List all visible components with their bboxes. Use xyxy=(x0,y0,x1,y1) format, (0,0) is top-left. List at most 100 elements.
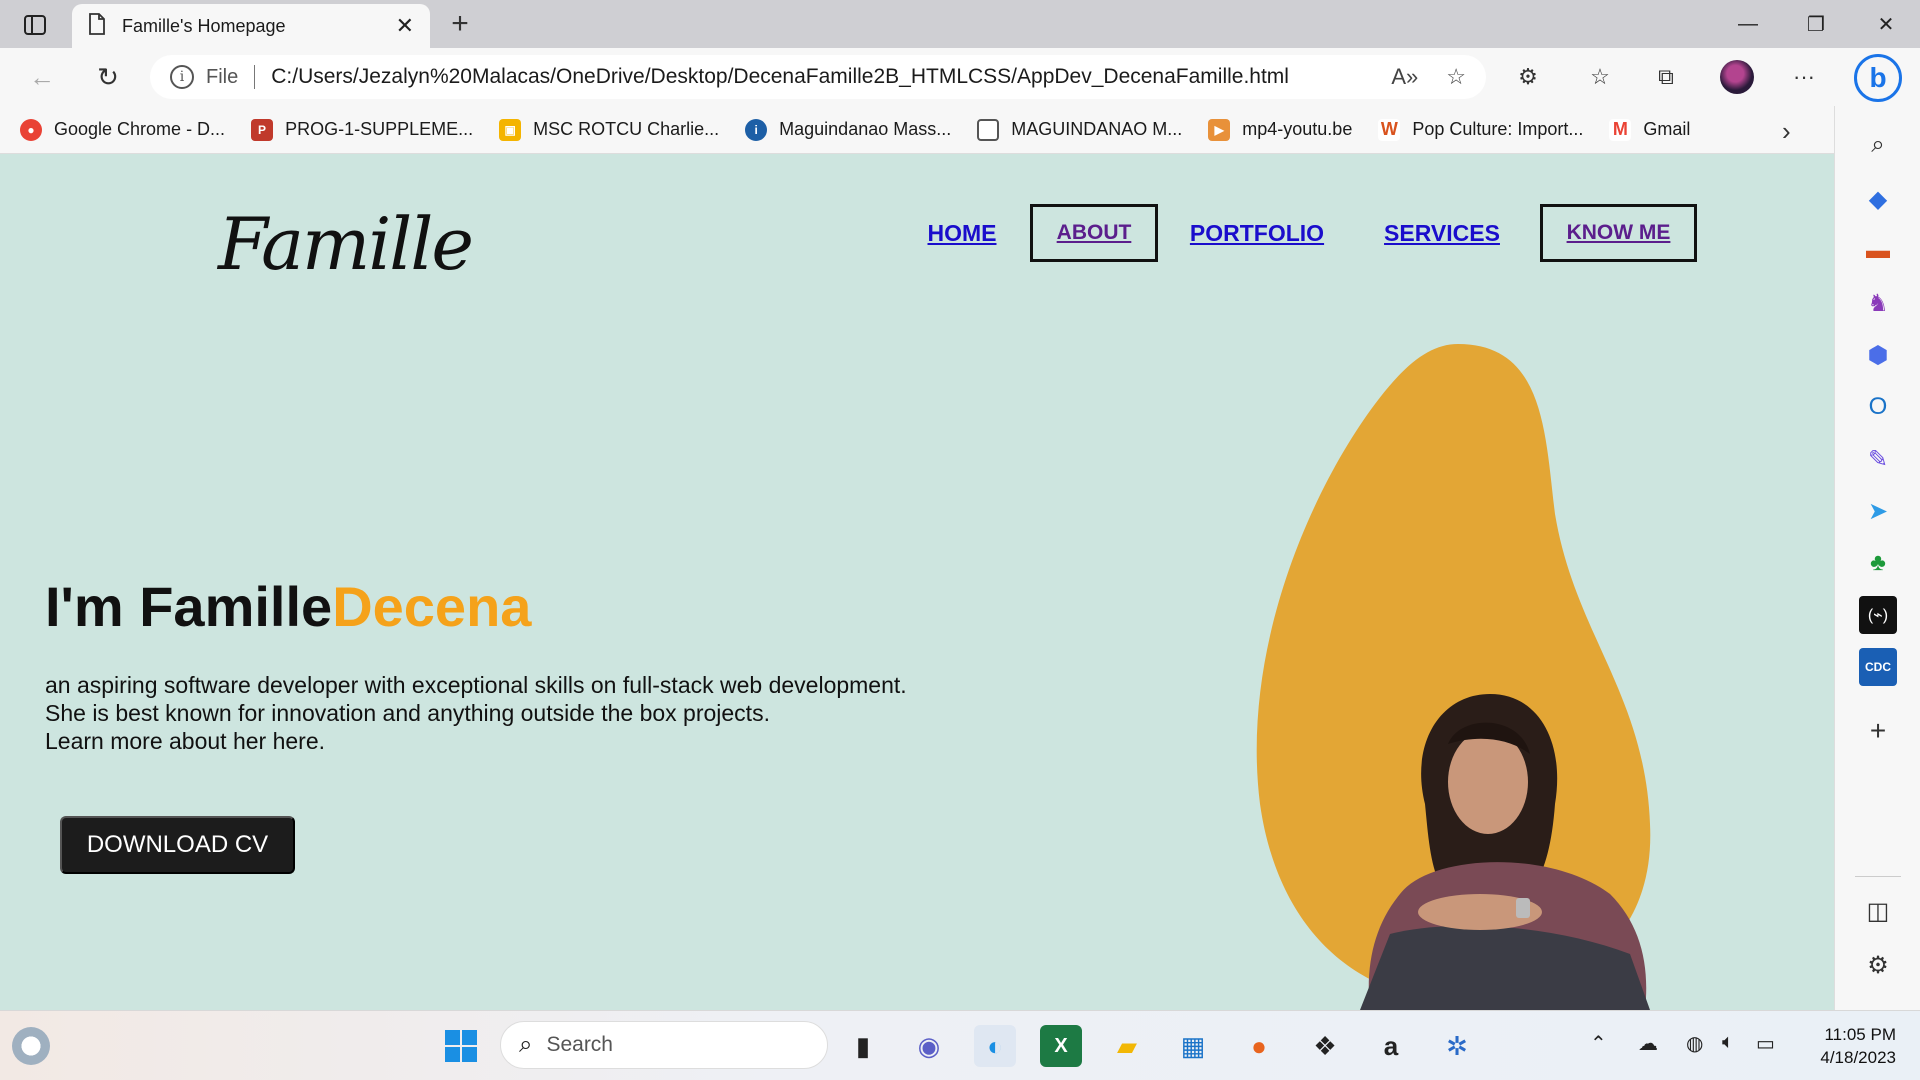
designer-icon[interactable]: ✎ xyxy=(1859,440,1897,478)
taskbar-clock[interactable]: 11:05 PM 4/18/2023 xyxy=(1800,1023,1896,1069)
globe-icon[interactable]: ◍ xyxy=(1686,1031,1703,1056)
restore-icon[interactable]: ❐ xyxy=(1782,0,1850,48)
url-text[interactable]: C:/Users/Jezalyn%20Malacas/OneDrive/Desk… xyxy=(271,65,1363,89)
hero-line: She is best known for innovation and any… xyxy=(45,700,770,726)
games-icon[interactable]: ♞ xyxy=(1859,284,1897,322)
add-icon[interactable]: + xyxy=(1859,712,1897,750)
nav-home[interactable]: HOME xyxy=(920,204,1004,262)
address-bar[interactable]: i File C:/Users/Jezalyn%20Malacas/OneDri… xyxy=(150,55,1486,99)
nav-services[interactable]: SERVICES xyxy=(1380,204,1504,262)
outlook-icon[interactable]: O xyxy=(1859,388,1897,426)
info-icon[interactable]: i xyxy=(170,65,194,89)
bookmark-item[interactable]: W Pop Culture: Import... xyxy=(1378,118,1583,141)
excel-icon[interactable]: X xyxy=(1040,1025,1082,1067)
battery-icon[interactable]: ▭ xyxy=(1756,1031,1775,1056)
refresh-icon[interactable]: ↻ xyxy=(88,58,128,96)
hero-line: Learn more about her here. xyxy=(45,728,326,754)
close-tab-icon[interactable]: ✕ xyxy=(396,13,414,39)
w-icon: W xyxy=(1378,118,1401,141)
amazon-icon[interactable]: a xyxy=(1370,1025,1412,1067)
url-scheme: File xyxy=(206,65,239,88)
tab-actions-icon[interactable] xyxy=(18,10,52,40)
video-icon: ▶ xyxy=(1208,118,1231,141)
freecodecamp-icon[interactable]: (⌁) xyxy=(1859,596,1897,634)
dropbox-icon[interactable]: ❖ xyxy=(1304,1025,1346,1067)
gmail-icon: M xyxy=(1609,118,1632,141)
hero-description: an aspiring software developer with exce… xyxy=(45,671,907,755)
browser-toolbar: ← ↻ i File C:/Users/Jezalyn%20Malacas/On… xyxy=(0,48,1920,106)
teams-chat-icon[interactable]: ◉ xyxy=(908,1025,950,1067)
bookmark-item[interactable]: P PROG-1-SUPPLEME... xyxy=(251,118,473,141)
browser-tab[interactable]: Famille's Homepage ✕ xyxy=(72,4,430,48)
settings-icon[interactable]: ⚙ xyxy=(1859,946,1897,984)
bookmark-item[interactable]: i Maguindanao Mass... xyxy=(745,118,951,141)
hero-title-name: I'm Famille xyxy=(45,575,333,638)
task-view-icon[interactable]: ▮ xyxy=(842,1025,884,1067)
profile-photo xyxy=(1360,694,1650,1010)
tab-title: Famille's Homepage xyxy=(122,15,286,36)
extensions-icon[interactable]: ⚙ xyxy=(1510,60,1546,94)
windows-start-icon[interactable] xyxy=(440,1025,482,1067)
cdc-icon[interactable]: CDC xyxy=(1859,648,1897,686)
bookmarks-bar: ● Google Chrome - D... P PROG-1-SUPPLEME..… xyxy=(0,106,1834,154)
chevron-up-icon[interactable]: ⌃ xyxy=(1590,1031,1607,1056)
search-icon: ⌕ xyxy=(519,1031,533,1058)
inquirer-icon: i xyxy=(745,118,768,141)
hero-title-surname: Decena xyxy=(332,575,532,638)
document-icon xyxy=(977,118,1000,141)
bing-icon[interactable]: b xyxy=(1854,54,1902,102)
url-separator xyxy=(254,65,256,89)
file-explorer-icon[interactable]: ▰ xyxy=(1106,1025,1148,1067)
weather-icon[interactable] xyxy=(12,1027,50,1065)
profile-avatar[interactable] xyxy=(1720,60,1754,94)
nav-portfolio[interactable]: PORTFOLIO xyxy=(1184,204,1330,262)
volume-icon[interactable]: 🔈︎ xyxy=(1722,1031,1734,1054)
add-favorite-icon[interactable]: ☆ xyxy=(1446,64,1466,90)
collections-icon[interactable]: ⧉ xyxy=(1648,60,1684,94)
windows-taskbar: ⌕ Search ▮ ◉ ◐ X ▰ ▦ ● ❖ a ✲ ⌃ ☁ ◍ 🔈︎ ▭ … xyxy=(0,1010,1920,1080)
page-viewport: Famille HOME ABOUT PORTFOLIO SERVICES KN… xyxy=(0,154,1834,1010)
tree-icon[interactable]: ♣ xyxy=(1859,544,1897,582)
classroom-icon: ▣ xyxy=(499,118,522,141)
office-icon[interactable]: ⬢ xyxy=(1859,336,1897,374)
bookmark-item[interactable]: ● Google Chrome - D... xyxy=(20,118,225,141)
sidebar-divider xyxy=(1855,876,1901,877)
pdf-icon: P xyxy=(251,118,274,141)
download-cv-button[interactable]: DOWNLOAD CV xyxy=(60,816,295,874)
edge-sidebar: ⌕ ◆ ▬ ♞ ⬢ O ✎ ➤ ♣ (⌁) CDC + ◫ ⚙ xyxy=(1834,106,1920,1010)
nav-about[interactable]: ABOUT xyxy=(1030,204,1158,262)
more-options-icon[interactable]: ··· xyxy=(1786,60,1822,94)
tools-icon[interactable]: ▬ xyxy=(1859,232,1897,270)
favorites-icon[interactable]: ☆ xyxy=(1582,60,1618,94)
new-tab-icon[interactable]: + xyxy=(442,6,478,42)
back-icon[interactable]: ← xyxy=(22,58,62,96)
minimize-icon[interactable]: — xyxy=(1714,0,1782,48)
close-window-icon[interactable]: ✕ xyxy=(1852,0,1920,48)
sidebar-toggle-icon[interactable]: ◫ xyxy=(1859,892,1897,930)
shopping-tag-icon[interactable]: ◆ xyxy=(1859,180,1897,218)
edge-icon[interactable]: ◐ xyxy=(974,1025,1016,1067)
chrome-icon: ● xyxy=(20,118,42,141)
nav-know-me[interactable]: KNOW ME xyxy=(1540,204,1697,262)
site-logo[interactable]: Famille xyxy=(218,202,474,286)
onedrive-icon[interactable]: ☁ xyxy=(1638,1031,1658,1056)
clock-time: 11:05 PM xyxy=(1824,1025,1896,1044)
bookmark-item[interactable]: ▣ MSC ROTCU Charlie... xyxy=(499,118,719,141)
browser-tab-strip: Famille's Homepage ✕ + — ❐ ✕ xyxy=(0,0,1920,48)
read-aloud-icon[interactable]: A» xyxy=(1391,64,1418,90)
snipping-tool-icon[interactable]: ✲ xyxy=(1436,1025,1478,1067)
bookmark-item[interactable]: MAGUINDANAO M... xyxy=(977,118,1182,141)
microsoft-store-icon[interactable]: ▦ xyxy=(1172,1025,1214,1067)
firefox-icon[interactable]: ● xyxy=(1238,1025,1280,1067)
bookmark-item[interactable]: ▶ mp4-youtu.be xyxy=(1208,118,1352,141)
bookmark-item[interactable]: M Gmail xyxy=(1609,118,1690,141)
search-icon[interactable]: ⌕ xyxy=(1859,126,1897,164)
hero-line: an aspiring software developer with exce… xyxy=(45,672,907,698)
clock-date: 4/18/2023 xyxy=(1820,1048,1896,1067)
send-icon[interactable]: ➤ xyxy=(1859,492,1897,530)
hero-title: I'm FamilleDecena xyxy=(45,574,531,639)
taskbar-search-placeholder: Search xyxy=(546,1033,613,1056)
taskbar-search[interactable]: ⌕ Search xyxy=(500,1021,828,1069)
chevron-right-icon[interactable]: › xyxy=(1782,116,1791,147)
page-icon xyxy=(88,12,106,40)
